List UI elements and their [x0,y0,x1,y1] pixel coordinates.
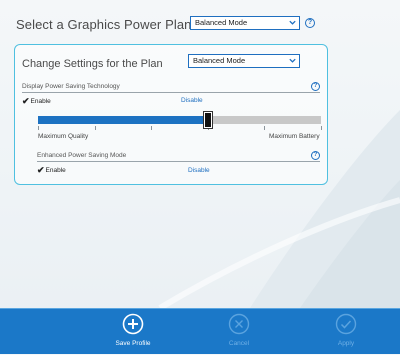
panel-plan-select-value: Balanced Mode [193,56,246,65]
slider-tick [321,126,322,130]
x-circle-icon [228,313,250,335]
footer-toolbar: Save Profile Cancel Apply [0,308,400,354]
checkmark-icon: ✔ [37,165,45,175]
chevron-down-icon [289,58,296,63]
section-divider [37,161,320,162]
panel-plan-select[interactable]: Balanced Mode [188,54,300,68]
apply-button[interactable]: Apply [316,309,376,355]
section-divider [22,92,320,93]
help-icon[interactable]: ? [305,18,315,28]
enhanced-power-saving-enable-option[interactable]: ✔Enable [37,165,66,176]
save-profile-label: Save Profile [115,340,151,347]
slider-min-label: Maximum Quality [38,133,89,140]
slider-fill [38,116,208,124]
panel-title: Change Settings for the Plan [22,58,163,70]
plus-circle-icon [122,313,144,335]
slider-tick [38,126,39,130]
slider-max-label: Maximum Battery [269,133,320,140]
enable-label: Enable [30,98,51,105]
enable-label: Enable [45,167,66,174]
enhanced-power-saving-label: Enhanced Power Saving Mode [37,152,127,159]
power-saving-slider[interactable] [38,116,321,124]
slider-tick [264,126,265,130]
apply-label: Apply [337,340,355,347]
help-icon[interactable]: ? [311,82,320,91]
slider-thumb[interactable] [204,112,212,128]
cancel-button[interactable]: Cancel [209,309,269,355]
display-power-saving-label: Display Power Saving Technology [22,83,120,90]
slider-tick [151,126,152,130]
slider-tick [95,126,96,130]
save-profile-button[interactable]: Save Profile [103,309,163,355]
page-title: Select a Graphics Power Plan [16,17,192,32]
enhanced-power-saving-disable-option[interactable]: Disable [188,167,210,174]
chevron-down-icon [289,20,296,25]
display-power-saving-enable-option[interactable]: ✔Enable [22,96,51,107]
checkmark-icon: ✔ [22,96,30,106]
cancel-label: Cancel [228,340,250,347]
power-plan-select[interactable]: Balanced Mode [190,16,300,30]
display-power-saving-disable-option[interactable]: Disable [181,97,203,104]
check-circle-icon [335,313,357,335]
help-icon[interactable]: ? [311,151,320,160]
power-plan-select-value: Balanced Mode [195,18,248,27]
